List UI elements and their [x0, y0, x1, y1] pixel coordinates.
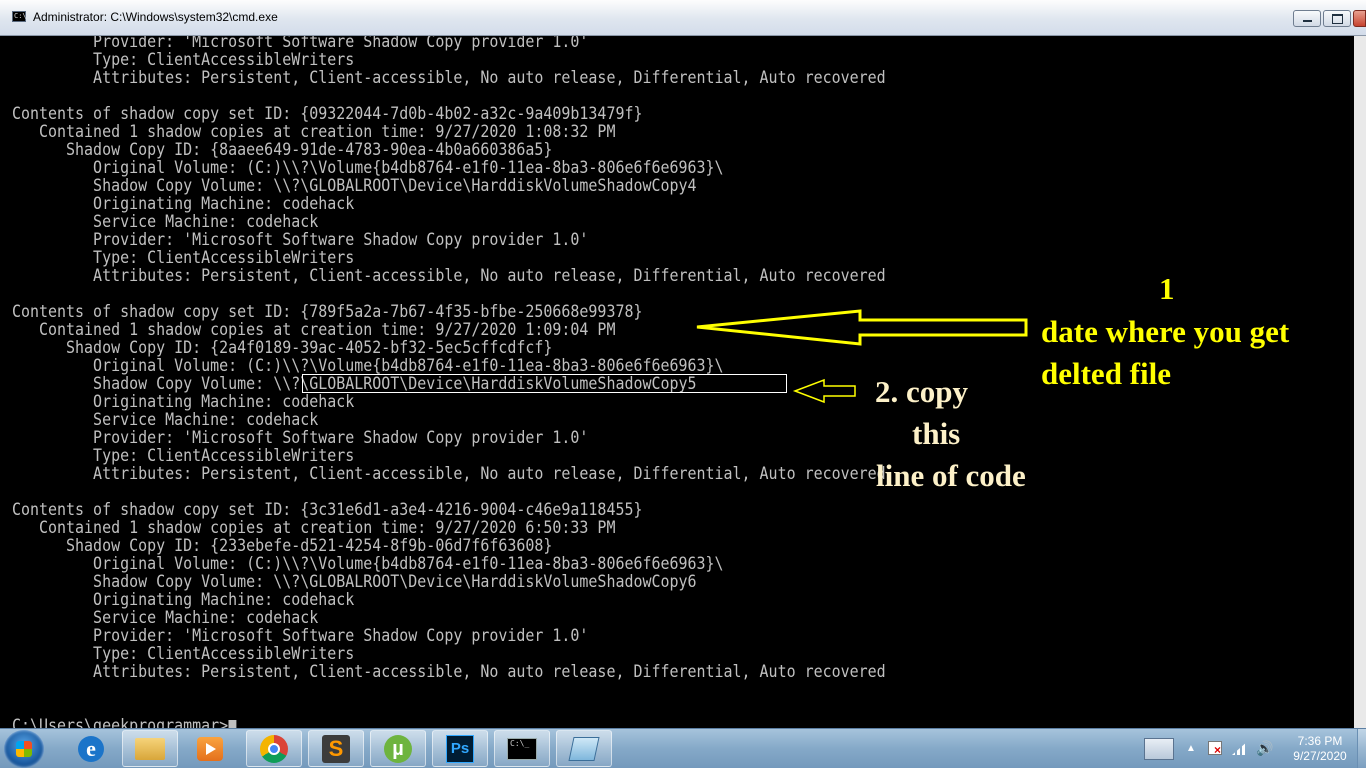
taskbar-sublime[interactable]: S: [308, 730, 364, 767]
taskbar-other-app[interactable]: [556, 730, 612, 767]
console-line: Original Volume: (C:)\\?\Volume{b4db8764…: [12, 554, 724, 574]
console-line: Provider: 'Microsoft Software Shadow Cop…: [12, 626, 589, 646]
console-line: C:\Users\geekprogrammar>: [12, 717, 886, 728]
console-line: Contents of shadow copy set ID: {789f5a2…: [12, 302, 643, 322]
annotation-step1-line1: date where you get: [1041, 314, 1290, 349]
highlight-box-shadow-copy-volume: [302, 374, 787, 393]
volume-icon[interactable]: 🔊: [1256, 740, 1273, 757]
pen-input-icon[interactable]: [1144, 738, 1174, 760]
cmd-icon: C:\_: [507, 737, 537, 760]
annotation-step1-line2: delted file: [1041, 356, 1171, 391]
console-line: Type: ClientAccessibleWriters: [12, 50, 355, 70]
annotation-step2-line2: this: [912, 416, 961, 451]
console-line: Contents of shadow copy set ID: {3c31e6d…: [12, 500, 643, 520]
show-hidden-icons-icon[interactable]: ▲: [1186, 743, 1196, 754]
show-desktop-button[interactable]: [1357, 729, 1366, 768]
folder-icon: [135, 737, 165, 760]
taskbar-utorrent[interactable]: µ: [370, 730, 426, 767]
taskbar-explorer[interactable]: [122, 730, 178, 767]
console-line: Shadow Copy ID: {2a4f0189-39ac-4052-bf32…: [12, 338, 553, 358]
annotation-step1-number: 1: [1159, 271, 1175, 306]
taskbar-ie[interactable]: e: [63, 730, 119, 767]
console-line: Originating Machine: codehack: [12, 194, 355, 214]
taskbar: e S µ Ps C:\_ ▲ 🔊 7:36 PM 9/27/2020: [0, 728, 1366, 768]
clock-date: 9/27/2020: [1293, 749, 1347, 763]
window-title: Administrator: C:\Windows\system32\cmd.e…: [33, 10, 278, 24]
console-line: Service Machine: codehack: [12, 212, 319, 232]
console-line: Attributes: Persistent, Client-accessibl…: [12, 662, 886, 682]
taskbar-cmd[interactable]: C:\_: [494, 730, 550, 767]
maximize-button[interactable]: [1323, 10, 1351, 27]
annotation-step2-line1: 2. copy: [875, 374, 968, 409]
taskbar-photoshop[interactable]: Ps: [432, 730, 488, 767]
console-line: Original Volume: (C:)\\?\Volume{b4db8764…: [12, 158, 724, 178]
console-line: Provider: 'Microsoft Software Shadow Cop…: [12, 230, 589, 250]
console-scrollbar[interactable]: [1354, 36, 1366, 728]
utorrent-icon: µ: [384, 734, 412, 763]
internet-explorer-icon: e: [78, 735, 104, 762]
console-left-border: [0, 36, 12, 728]
console-line: Shadow Copy ID: {233ebefe-d521-4254-8f9b…: [12, 536, 553, 556]
windows-start-icon[interactable]: [4, 730, 44, 768]
console-line: Original Volume: (C:)\\?\Volume{b4db8764…: [12, 356, 724, 376]
cmd-window-icon[interactable]: [12, 11, 27, 22]
console-line: Provider: 'Microsoft Software Shadow Cop…: [12, 36, 589, 52]
console-line: Service Machine: codehack: [12, 410, 319, 430]
console-line: Type: ClientAccessibleWriters: [12, 644, 355, 664]
taskbar-clock[interactable]: 7:36 PM 9/27/2020: [1284, 734, 1356, 764]
console-line: Service Machine: codehack: [12, 608, 319, 628]
taskbar-chrome[interactable]: [246, 730, 302, 767]
minimize-button[interactable]: [1293, 10, 1321, 27]
console-line: Originating Machine: codehack: [12, 392, 355, 412]
console-line: Contained 1 shadow copies at creation ti…: [12, 122, 616, 142]
console-line: Type: ClientAccessibleWriters: [12, 248, 355, 268]
close-button[interactable]: [1353, 10, 1366, 27]
console-line: Shadow Copy ID: {8aaee649-91de-4783-90ea…: [12, 140, 553, 160]
media-player-icon: [197, 736, 223, 761]
clock-time: 7:36 PM: [1297, 734, 1343, 748]
network-signal-icon[interactable]: [1232, 741, 1248, 755]
console-line: Shadow Copy Volume: \\?\GLOBALROOT\Devic…: [12, 176, 697, 196]
console-line: Attributes: Persistent, Client-accessibl…: [12, 68, 886, 88]
console-line: Contents of shadow copy set ID: {0932204…: [12, 104, 643, 124]
action-center-flag-icon[interactable]: [1208, 741, 1222, 756]
console-line: Type: ClientAccessibleWriters: [12, 446, 355, 466]
taskbar-media-player[interactable]: [182, 730, 238, 767]
other-app-icon: [568, 736, 600, 761]
console-line: Contained 1 shadow copies at creation ti…: [12, 320, 616, 340]
window-title-bar[interactable]: Administrator: C:\Windows\system32\cmd.e…: [0, 0, 1366, 36]
chrome-icon: [260, 734, 288, 763]
console-line: Attributes: Persistent, Client-accessibl…: [12, 464, 886, 484]
console-line: Originating Machine: codehack: [12, 590, 355, 610]
annotation-step2-line3: line of code: [876, 458, 1026, 493]
sublime-text-icon: S: [322, 734, 350, 763]
console-cursor: [228, 719, 237, 728]
console-line: Contained 1 shadow copies at creation ti…: [12, 518, 616, 538]
console-line: Attributes: Persistent, Client-accessibl…: [12, 266, 886, 286]
console-line: Provider: 'Microsoft Software Shadow Cop…: [12, 428, 589, 448]
photoshop-icon: Ps: [446, 734, 474, 763]
console-line: Shadow Copy Volume: \\?\GLOBALROOT\Devic…: [12, 572, 697, 592]
